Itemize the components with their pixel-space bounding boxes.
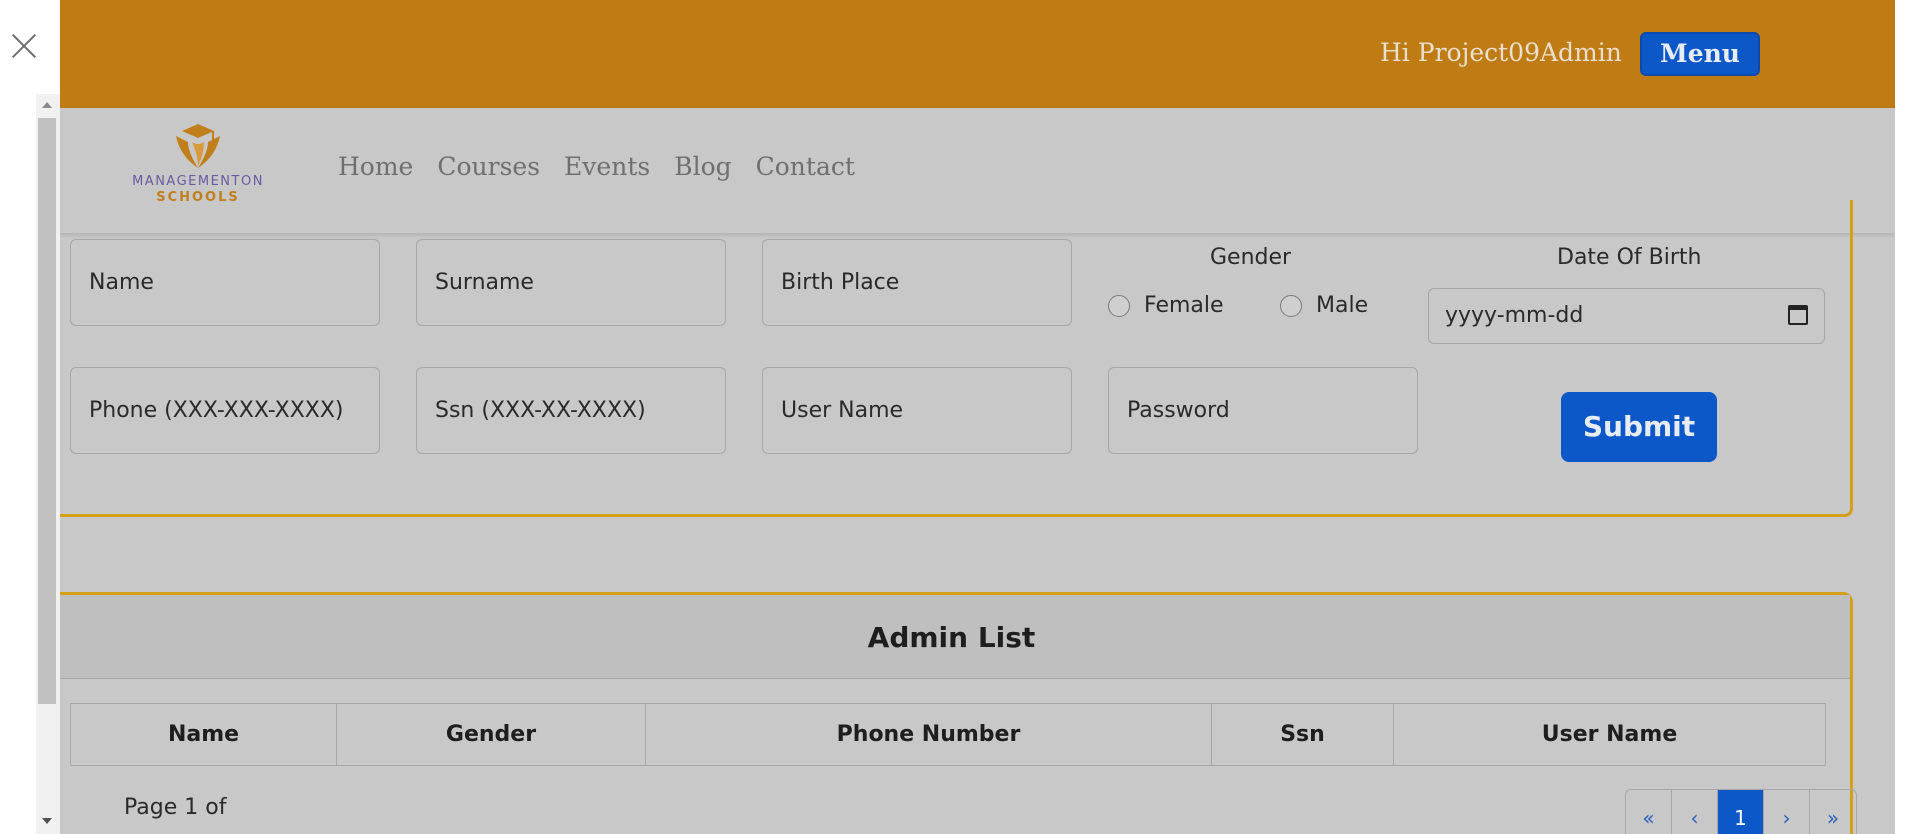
- page-content: Hi Project09Admin Menu MANAGEMENTON SCHO…: [60, 0, 1895, 834]
- calendar-icon[interactable]: [1788, 305, 1808, 325]
- dob-placeholder: yyyy-mm-dd: [1445, 303, 1584, 328]
- password-field[interactable]: Password: [1108, 367, 1418, 454]
- nav-courses[interactable]: Courses: [437, 152, 540, 181]
- column-header-phone[interactable]: Phone Number: [645, 703, 1212, 766]
- column-header-gender[interactable]: Gender: [336, 703, 646, 766]
- pager-next[interactable]: ›: [1764, 790, 1810, 834]
- birth-place-field[interactable]: Birth Place: [762, 239, 1072, 326]
- dob-label: Date Of Birth: [1557, 245, 1702, 270]
- greeting-text: Hi Project09Admin: [1380, 38, 1622, 67]
- scrollbar-thumb[interactable]: [38, 118, 56, 704]
- admin-table: Name Gender Phone Number Ssn User Name: [70, 703, 1826, 766]
- column-header-ssn[interactable]: Ssn: [1211, 703, 1394, 766]
- graduation-cap-logo-icon: [176, 124, 220, 168]
- pager-page-1[interactable]: 1: [1718, 790, 1764, 834]
- gender-label: Gender: [1210, 245, 1292, 270]
- logo[interactable]: MANAGEMENTON SCHOOLS: [118, 122, 278, 212]
- top-bar: Hi Project09Admin Menu: [60, 0, 1895, 108]
- page-info: Page 1 of: [124, 795, 227, 820]
- pagination: « ‹ 1 › »: [1625, 789, 1857, 834]
- close-icon[interactable]: [6, 28, 42, 64]
- pager-last[interactable]: »: [1810, 790, 1856, 834]
- nav-contact[interactable]: Contact: [756, 152, 855, 181]
- dob-field[interactable]: yyyy-mm-dd: [1428, 288, 1825, 344]
- male-radio[interactable]: [1280, 295, 1302, 317]
- phone-field[interactable]: Phone (XXX-XXX-XXXX): [70, 367, 380, 454]
- overlay-side-panel: [0, 0, 60, 834]
- column-header-name[interactable]: Name: [70, 703, 337, 766]
- surname-field[interactable]: Surname: [416, 239, 726, 326]
- nav-blog[interactable]: Blog: [674, 152, 731, 181]
- nav-events[interactable]: Events: [564, 152, 650, 181]
- nav-home[interactable]: Home: [338, 152, 413, 181]
- pager-prev[interactable]: ‹: [1672, 790, 1718, 834]
- table-header-row: Name Gender Phone Number Ssn User Name: [70, 703, 1826, 766]
- scrollbar[interactable]: [36, 94, 60, 834]
- main-nav: Home Courses Events Blog Contact: [338, 152, 855, 181]
- column-header-username[interactable]: User Name: [1393, 703, 1826, 766]
- submit-button[interactable]: Submit: [1561, 392, 1717, 462]
- female-label: Female: [1144, 293, 1224, 318]
- male-label: Male: [1316, 293, 1369, 318]
- ssn-field[interactable]: Ssn (XXX-XX-XXXX): [416, 367, 726, 454]
- name-field[interactable]: Name: [70, 239, 380, 326]
- admin-list-title: Admin List: [867, 621, 1036, 654]
- username-field[interactable]: User Name: [762, 367, 1072, 454]
- logo-text-line1: MANAGEMENTON: [132, 174, 264, 189]
- scroll-down-icon[interactable]: [42, 818, 52, 824]
- scroll-up-icon[interactable]: [42, 102, 52, 108]
- menu-button[interactable]: Menu: [1640, 32, 1760, 76]
- female-radio[interactable]: [1108, 295, 1130, 317]
- admin-list-header: Admin List: [60, 595, 1850, 679]
- pager-first[interactable]: «: [1626, 790, 1672, 834]
